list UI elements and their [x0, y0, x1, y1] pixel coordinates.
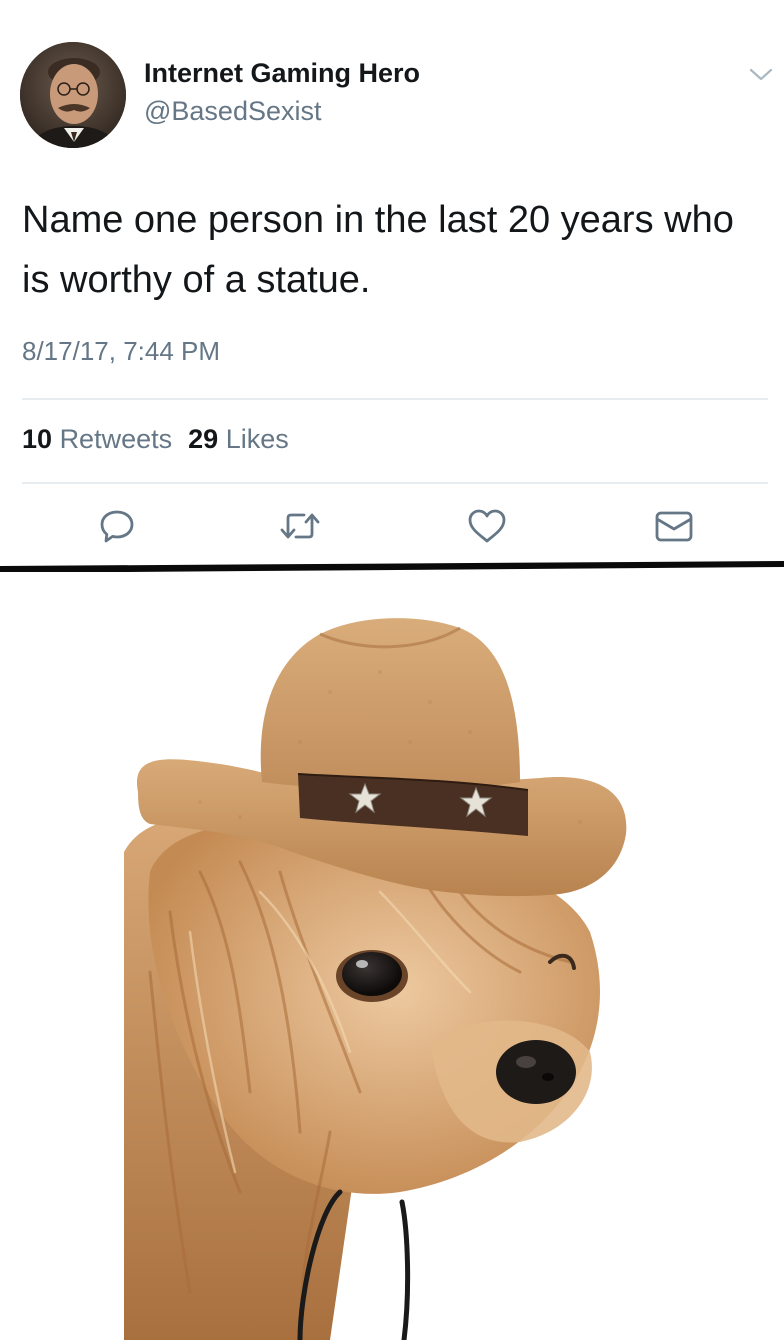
avatar[interactable] — [20, 42, 126, 148]
divider — [22, 398, 768, 400]
dog-in-cowboy-hat-image — [124, 618, 627, 1340]
retweets-label: Retweets — [59, 424, 173, 454]
separator-line — [0, 560, 784, 573]
reply-button[interactable] — [95, 504, 139, 548]
direct-message-button[interactable] — [652, 504, 696, 548]
tweet-card: Internet Gaming Hero @BasedSexist Name o… — [0, 0, 784, 566]
likes-label: Likes — [225, 424, 289, 454]
retweets-count: 10 — [22, 424, 53, 454]
portrait-avatar-icon — [20, 42, 126, 148]
engagement-stats: 10 Retweets 29 Likes — [22, 424, 289, 455]
display-name[interactable]: Internet Gaming Hero — [144, 58, 420, 89]
dog-photo — [0, 572, 784, 1340]
like-stat[interactable]: 29 Likes — [188, 424, 289, 454]
chevron-down-icon[interactable] — [748, 66, 774, 84]
envelope-icon — [655, 511, 693, 542]
likes-count: 29 — [188, 424, 219, 454]
tweet-text: Name one person in the last 20 years who… — [22, 199, 734, 301]
username-handle[interactable]: @BasedSexist — [144, 96, 322, 127]
reply-icon — [100, 510, 134, 543]
heart-icon — [468, 509, 506, 543]
tweet-timestamp[interactable]: 8/17/17, 7:44 PM — [22, 336, 220, 367]
like-button[interactable] — [465, 504, 509, 548]
divider — [22, 482, 768, 484]
retweet-button[interactable] — [278, 504, 322, 548]
retweet-stat[interactable]: 10 Retweets — [22, 424, 172, 454]
retweet-icon — [280, 513, 320, 539]
